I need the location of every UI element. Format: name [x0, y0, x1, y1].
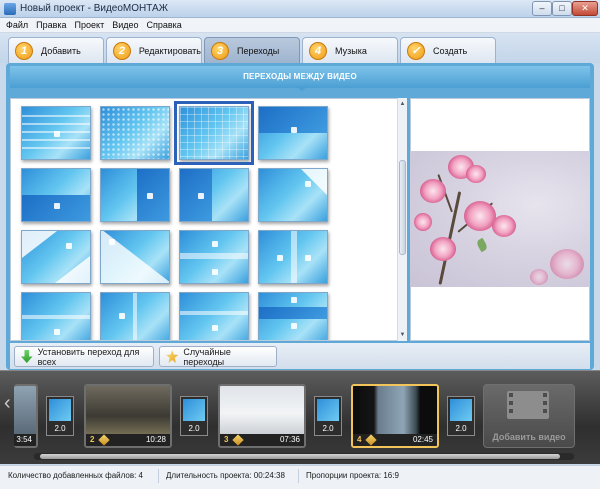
transition-thumb[interactable] — [258, 168, 328, 222]
title-bar: Новый проект - ВидеоМОНТАЖ – □ ✕ — [0, 0, 600, 18]
section-title: ПЕРЕХОДЫ МЕЖДУ ВИДЕО — [10, 66, 590, 88]
clip-number: 2 — [90, 435, 95, 444]
status-file-count: Количество добавленных файлов: 4 — [8, 471, 143, 480]
timeline-transition[interactable]: 2.0 — [447, 396, 475, 436]
clip-duration: 07:36 — [279, 435, 300, 444]
down-arrow-icon — [21, 350, 33, 363]
tab-label: Редактировать — [138, 45, 201, 56]
transition-thumb[interactable] — [258, 292, 328, 340]
transition-thumb[interactable] — [179, 292, 249, 340]
clip-number: 3 — [224, 435, 229, 444]
preview-image — [410, 151, 590, 287]
clip-number: 4 — [357, 435, 362, 444]
transition-thumb[interactable] — [179, 230, 249, 284]
transition-duration: 2.0 — [54, 424, 66, 433]
timeline-scroll-thumb[interactable] — [40, 454, 560, 459]
banner-notch — [296, 86, 308, 91]
close-button[interactable]: ✕ — [572, 1, 598, 16]
scroll-down-arrow[interactable]: ▼ — [399, 331, 406, 339]
scroll-thumb[interactable] — [399, 160, 406, 255]
tab-strip: 1 Добавить 2 Редактировать 3 Переходы 4 … — [0, 33, 600, 63]
edit-pencil-icon[interactable] — [232, 434, 244, 446]
tab-edit[interactable]: 2 Редактировать — [106, 37, 202, 63]
timeline-scroll-left[interactable]: ‹ — [4, 388, 14, 418]
menu-file[interactable]: Файл — [6, 18, 28, 32]
app-icon — [4, 3, 16, 15]
menu-edit[interactable]: Правка — [36, 18, 66, 32]
menu-bar: Файл Правка Проект Видео Справка — [0, 18, 600, 33]
transition-thumb[interactable] — [21, 292, 91, 340]
status-bar: Количество добавленных файлов: 4 Длитель… — [0, 465, 600, 489]
clip-duration: 3:54 — [16, 435, 32, 444]
step-2-badge: 2 — [113, 41, 131, 60]
transition-thumb[interactable] — [100, 168, 170, 222]
button-label: Установить переход для всех — [37, 346, 140, 367]
film-icon — [507, 391, 549, 419]
transitions-grid — [10, 98, 407, 341]
transition-thumb[interactable] — [100, 230, 170, 284]
menu-video[interactable]: Видео — [112, 18, 138, 32]
minimize-button[interactable]: – — [532, 1, 552, 16]
tab-add[interactable]: 1 Добавить — [8, 37, 104, 63]
step-1-badge: 1 — [15, 41, 33, 60]
timeline-transition[interactable]: 2.0 — [46, 396, 74, 436]
add-video-label: Добавить видео — [492, 432, 566, 442]
menu-help[interactable]: Справка — [147, 18, 182, 32]
transition-thumb[interactable] — [258, 230, 328, 284]
check-badge-icon: ✓ — [407, 41, 425, 60]
clip-duration: 02:45 — [412, 435, 433, 444]
magic-wand-icon — [166, 350, 179, 363]
tab-label: Создать — [433, 45, 468, 56]
edit-pencil-icon[interactable] — [98, 434, 110, 446]
transition-thumb[interactable] — [21, 230, 91, 284]
status-duration: Длительность проекта: 00:24:38 — [166, 471, 285, 480]
random-transitions-button[interactable]: Случайные переходы — [159, 346, 277, 367]
edit-pencil-icon[interactable] — [365, 434, 377, 446]
status-aspect-ratio: Пропорции проекта: 16:9 — [306, 471, 399, 480]
timeline-clip-selected[interactable]: 4 02:45 — [351, 384, 439, 448]
window-title: Новый проект - ВидеоМОНТАЖ — [20, 3, 168, 14]
transition-thumb[interactable] — [100, 292, 170, 340]
tab-create[interactable]: ✓ Создать — [400, 37, 496, 63]
timeline-clip[interactable]: 3:54 — [14, 384, 38, 448]
transition-thumb[interactable] — [21, 106, 91, 160]
timeline-transition[interactable]: 2.0 — [180, 396, 208, 436]
scroll-up-arrow[interactable]: ▲ — [399, 100, 406, 108]
timeline-clip[interactable]: 3 07:36 — [218, 384, 306, 448]
transition-duration: 2.0 — [455, 424, 467, 433]
transition-thumb[interactable] — [179, 168, 249, 222]
step-3-badge: 3 — [211, 41, 229, 60]
transition-duration: 2.0 — [322, 424, 334, 433]
tab-transitions[interactable]: 3 Переходы — [204, 37, 300, 63]
tab-label: Переходы — [237, 45, 280, 56]
button-label: Случайные переходы — [183, 346, 231, 367]
transition-duration: 2.0 — [188, 424, 200, 433]
transition-thumb-selected[interactable] — [174, 101, 254, 165]
clip-duration: 10:28 — [145, 435, 166, 444]
set-transition-all-button[interactable]: Установить переход для всех — [14, 346, 154, 367]
timeline-clip[interactable]: 2 10:28 — [84, 384, 172, 448]
step-4-badge: 4 — [309, 41, 327, 60]
transition-thumb[interactable] — [100, 106, 170, 160]
transition-thumb[interactable] — [258, 106, 328, 160]
tab-label: Добавить — [41, 45, 81, 56]
timeline-transition[interactable]: 2.0 — [314, 396, 342, 436]
transition-thumb[interactable] — [21, 168, 91, 222]
tab-label: Музыка — [335, 45, 367, 56]
tab-music[interactable]: 4 Музыка — [302, 37, 398, 63]
menu-project[interactable]: Проект — [75, 18, 105, 32]
maximize-button[interactable]: □ — [552, 1, 572, 16]
